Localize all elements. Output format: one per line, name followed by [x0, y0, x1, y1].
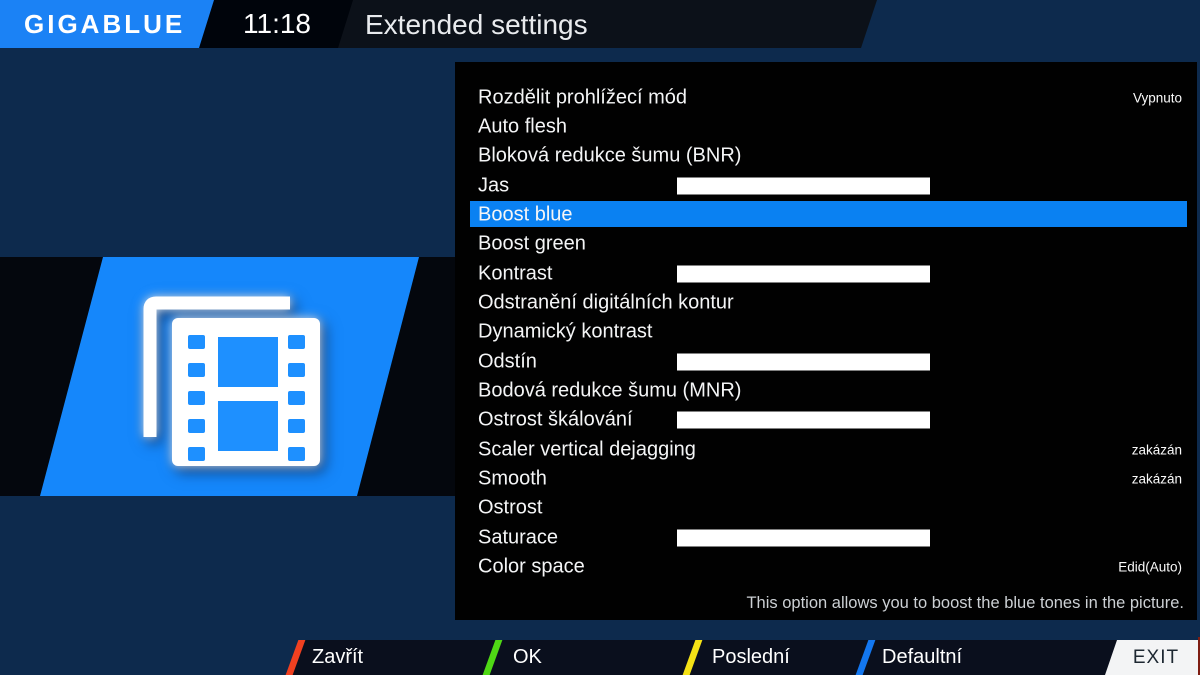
setting-value: Vypnuto — [1132, 90, 1182, 106]
setting-label: Odstín — [478, 350, 537, 373]
settings-row-bnr[interactable]: Bloková redukce šumu (BNR) — [455, 142, 1197, 171]
setting-label: Smooth — [478, 467, 547, 490]
setting-value: zakázán — [1131, 471, 1182, 487]
settings-row-split-view-mode[interactable]: Rozdělit prohlížecí mód Vypnuto — [455, 83, 1197, 112]
settings-row-boost-green[interactable]: Boost green — [455, 230, 1197, 259]
setting-label: Bloková redukce šumu (BNR) — [478, 144, 742, 167]
exit-button-label: EXIT — [1132, 647, 1180, 668]
settings-row-contrast[interactable]: Kontrast — [455, 259, 1197, 288]
selection-highlight — [470, 201, 1187, 228]
setting-label: Jas — [478, 174, 510, 197]
settings-row-digital-contour-removal[interactable]: Odstranění digitálních kontur — [455, 288, 1197, 317]
video-settings-emblem — [40, 257, 419, 496]
setting-label: Scaler vertical dejagging — [478, 438, 696, 461]
setting-label: Kontrast — [478, 262, 553, 285]
setting-label: Boost blue — [478, 203, 573, 226]
setting-label: Ostrost — [478, 496, 543, 519]
footer-button-yellow[interactable]: Poslední — [712, 640, 790, 675]
setting-label: Saturace — [478, 526, 559, 549]
settings-row-boost-blue[interactable]: Boost blue — [455, 200, 1197, 229]
left-decoration-block — [0, 257, 455, 496]
footer-bar — [287, 640, 1200, 675]
setting-label: Boost green — [478, 232, 586, 255]
scaler-sharpness-slider[interactable] — [677, 411, 930, 429]
gigablue-logo-text: GIGABLUE — [24, 9, 186, 39]
settings-list: Rozdělit prohlížecí mód Vypnuto Auto fle… — [455, 83, 1197, 582]
setting-description: This option allows you to boost the blue… — [746, 594, 1184, 612]
extended-settings-screen: GIGABLUE 11:18 Extended settings Rozděli… — [0, 0, 1200, 675]
setting-label: Bodová redukce šumu (MNR) — [478, 379, 742, 402]
settings-row-color-space[interactable]: Color space Edid(Auto) — [455, 553, 1197, 582]
setting-label: Ostrost škálování — [478, 408, 633, 431]
setting-value: zakázán — [1131, 442, 1182, 458]
page-title: Extended settings — [365, 9, 588, 40]
setting-label: Rozdělit prohlížecí mód — [478, 86, 687, 109]
setting-label: Color space — [478, 555, 585, 578]
settings-row-dynamic-contrast[interactable]: Dynamický kontrast — [455, 318, 1197, 347]
settings-row-scaler-vertical-dejagging[interactable]: Scaler vertical dejagging zakázán — [455, 435, 1197, 464]
setting-label: Dynamický kontrast — [478, 320, 653, 343]
footer-button-blue[interactable]: Defaultní — [882, 640, 962, 675]
settings-row-smooth[interactable]: Smooth zakázán — [455, 464, 1197, 493]
saturation-slider[interactable] — [677, 529, 930, 547]
setting-label: Odstranění digitálních kontur — [478, 291, 734, 314]
settings-row-scaler-sharpness[interactable]: Ostrost škálování — [455, 406, 1197, 435]
footer-button-red[interactable]: Zavřít — [312, 640, 363, 675]
filmstrip-icon — [143, 296, 320, 466]
settings-row-sharpness[interactable]: Ostrost — [455, 494, 1197, 523]
gigablue-logo: GIGABLUE — [0, 0, 214, 48]
settings-row-hue[interactable]: Odstín — [455, 347, 1197, 376]
footer-button-green[interactable]: OK — [513, 640, 542, 675]
settings-row-brightness[interactable]: Jas — [455, 171, 1197, 200]
clock: 11:18 — [243, 8, 311, 39]
contrast-slider[interactable] — [677, 265, 930, 283]
setting-label: Auto flesh — [478, 115, 567, 138]
settings-row-saturation[interactable]: Saturace — [455, 523, 1197, 552]
setting-value: Edid(Auto) — [1118, 559, 1182, 575]
settings-row-mnr[interactable]: Bodová redukce šumu (MNR) — [455, 376, 1197, 405]
hue-slider[interactable] — [677, 353, 930, 371]
brightness-slider[interactable] — [677, 177, 930, 195]
settings-row-auto-flesh[interactable]: Auto flesh — [455, 112, 1197, 141]
settings-panel: Rozdělit prohlížecí mód Vypnuto Auto fle… — [455, 62, 1197, 620]
